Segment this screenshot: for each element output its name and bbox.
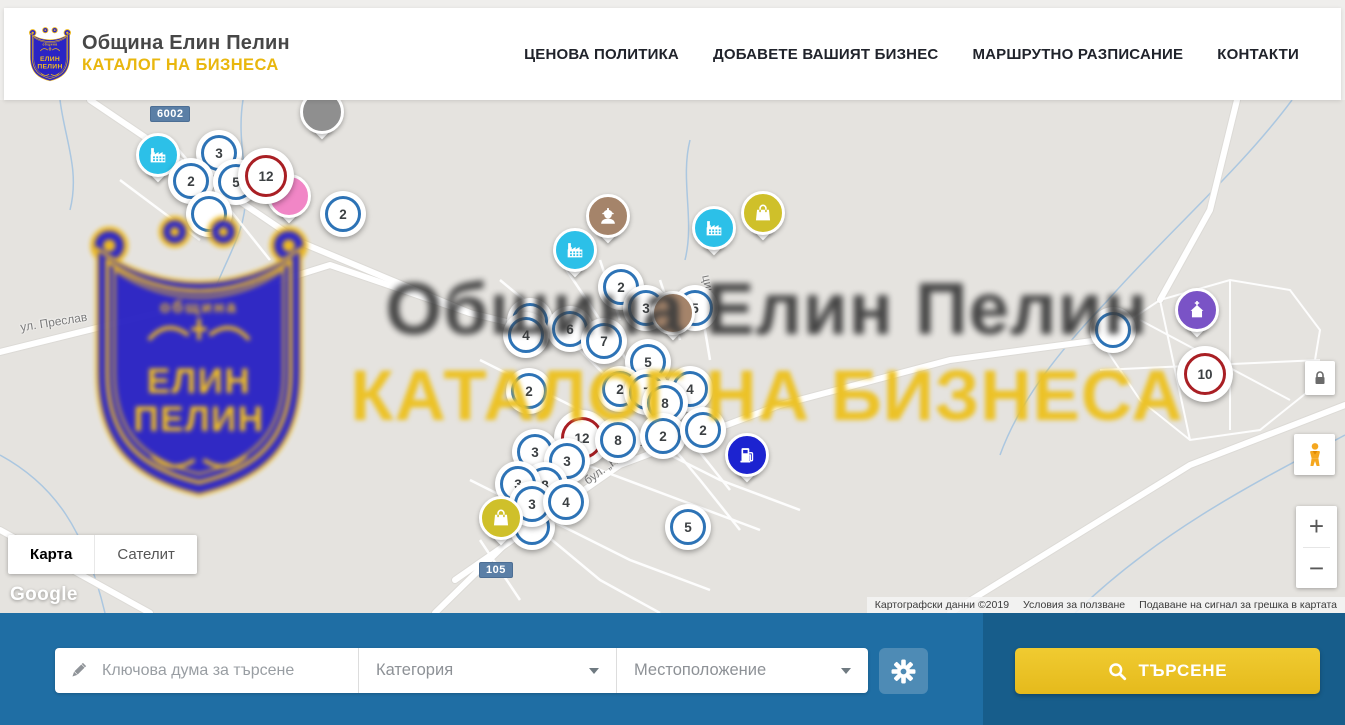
site-title: Община Елин Пелин <box>82 32 290 56</box>
cluster-count: 3 <box>563 454 571 469</box>
cluster-count: 2 <box>617 280 625 295</box>
cluster-count: 3 <box>531 445 539 460</box>
cluster-count: 2 <box>187 174 195 189</box>
map-cluster-marker[interactable] <box>1090 307 1136 353</box>
generic-pin-marker[interactable] <box>300 100 344 148</box>
search-button-label: ТЪРСЕНЕ <box>1139 661 1228 681</box>
factory-pin-marker[interactable] <box>553 228 597 286</box>
pencil-icon <box>69 661 88 680</box>
church-pin-marker[interactable] <box>1175 288 1219 346</box>
cluster-count: 2 <box>699 423 707 438</box>
bag-pin-marker[interactable] <box>479 496 523 554</box>
chevron-down-icon <box>589 668 599 674</box>
map-view-button[interactable]: Карта <box>8 535 94 574</box>
factory-icon <box>692 206 736 250</box>
site-logo[interactable]: Община Елин Пелин КАТАЛОГ НА БИЗНЕСА <box>28 26 290 83</box>
map-cluster-marker[interactable]: 5 <box>665 504 711 550</box>
chevron-down-icon <box>841 668 851 674</box>
map-cluster-marker[interactable]: 4 <box>543 479 589 525</box>
satellite-view-button[interactable]: Сателит <box>94 535 197 574</box>
google-logo[interactable]: Google <box>10 584 78 606</box>
gear-icon <box>891 659 916 684</box>
cluster-count: 2 <box>616 382 624 397</box>
location-select[interactable]: Местоположение <box>616 648 868 693</box>
attribution-terms-link[interactable]: Условия за ползване <box>1023 599 1125 611</box>
map-cluster-marker[interactable]: 2 <box>640 413 686 459</box>
map-cluster-marker[interactable]: 2 <box>506 368 552 414</box>
bag-pin-marker[interactable] <box>741 191 785 249</box>
street-view-pegman-control[interactable] <box>1294 434 1335 475</box>
cluster-count: 2 <box>525 384 533 399</box>
cluster-count: 8 <box>614 433 622 448</box>
cluster-count: 12 <box>258 169 273 184</box>
map-cluster-marker[interactable]: 2 <box>680 407 726 453</box>
church-icon <box>1175 288 1219 332</box>
bag-icon <box>479 496 523 540</box>
nav-route-schedule[interactable]: МАРШРУТНО РАЗПИСАНИЕ <box>972 46 1183 63</box>
cluster-count: 10 <box>1197 367 1212 382</box>
nav-pricing-policy[interactable]: ЦЕНОВА ПОЛИТИКА <box>524 46 679 63</box>
nav-contacts[interactable]: КОНТАКТИ <box>1217 46 1299 63</box>
cluster-count: 6 <box>566 322 574 337</box>
zoom-out-button[interactable]: − <box>1296 548 1337 589</box>
cluster-count: 3 <box>215 146 223 161</box>
bag-icon <box>741 191 785 235</box>
cluster-count: 4 <box>522 328 530 343</box>
map-type-control: Карта Сателит <box>8 535 197 574</box>
search-button[interactable]: ТЪРСЕНЕ <box>1015 648 1320 694</box>
zoom-control: + − <box>1296 506 1337 588</box>
cluster-count: 4 <box>562 495 570 510</box>
cluster-count: 3 <box>528 497 536 512</box>
map-cluster-marker[interactable]: 2 <box>320 191 366 237</box>
cluster-count: 3 <box>642 301 650 316</box>
search-fields-group: Категория Местоположение <box>55 648 868 693</box>
map-attribution: Картографски данни ©2019 Условия за полз… <box>867 597 1345 613</box>
cluster-ring <box>191 196 227 232</box>
cluster-count: 4 <box>686 382 694 397</box>
factory-pin-marker[interactable] <box>692 206 736 264</box>
category-select-label: Категория <box>376 661 453 680</box>
factory-icon <box>553 228 597 272</box>
cluster-count: 2 <box>339 207 347 222</box>
keyword-field[interactable] <box>55 648 358 693</box>
generic-icon <box>300 100 344 134</box>
site-subtitle: КАТАЛОГ НА БИЗНЕСА <box>82 56 290 75</box>
header: Община Елин Пелин КАТАЛОГ НА БИЗНЕСА ЦЕН… <box>4 8 1341 100</box>
advanced-settings-button[interactable] <box>879 648 928 694</box>
attribution-report-error-link[interactable]: Подаване на сигнал за грешка в картата <box>1139 599 1337 611</box>
cluster-count: 5 <box>644 355 652 370</box>
generic-icon <box>651 291 695 335</box>
cluster-count: 5 <box>684 520 692 535</box>
keyword-input[interactable] <box>100 661 358 681</box>
attribution-copyright: Картографски данни ©2019 <box>875 599 1009 611</box>
municipality-crest-icon <box>28 26 72 83</box>
pegman-icon <box>1304 442 1326 468</box>
fuel-icon <box>725 433 769 477</box>
map-cluster-marker[interactable]: 4 <box>503 312 549 358</box>
nav-add-your-business[interactable]: ДОБАВЕТЕ ВАШИЯТ БИЗНЕС <box>713 46 938 63</box>
cluster-count: 7 <box>600 334 608 349</box>
cluster-count: 2 <box>659 429 667 444</box>
zoom-in-button[interactable]: + <box>1296 506 1337 547</box>
markers-layer: 32512223564752274812822338334510 <box>0 100 1345 613</box>
cluster-ring <box>1095 312 1131 348</box>
map-cluster-marker[interactable] <box>186 191 232 237</box>
lock-control[interactable] <box>1305 361 1335 395</box>
map-cluster-marker[interactable]: 7 <box>581 318 627 364</box>
location-select-label: Местоположение <box>634 661 766 680</box>
category-select[interactable]: Категория <box>358 648 616 693</box>
map-cluster-marker[interactable]: 8 <box>595 417 641 463</box>
lock-icon <box>1313 370 1327 386</box>
search-bar: Категория Местоположение <box>0 613 1345 725</box>
fuel-pin-marker[interactable] <box>725 433 769 491</box>
map-cluster-marker[interactable]: 12 <box>238 148 294 204</box>
google-map[interactable]: 6002105ул. Преславбул. „Новоселции 32512… <box>0 100 1345 613</box>
main-nav: ЦЕНОВА ПОЛИТИКА ДОБАВЕТЕ ВАШИЯТ БИЗНЕС М… <box>524 46 1317 63</box>
cluster-count: 8 <box>661 396 669 411</box>
search-icon <box>1108 662 1127 681</box>
map-cluster-marker[interactable]: 10 <box>1177 346 1233 402</box>
